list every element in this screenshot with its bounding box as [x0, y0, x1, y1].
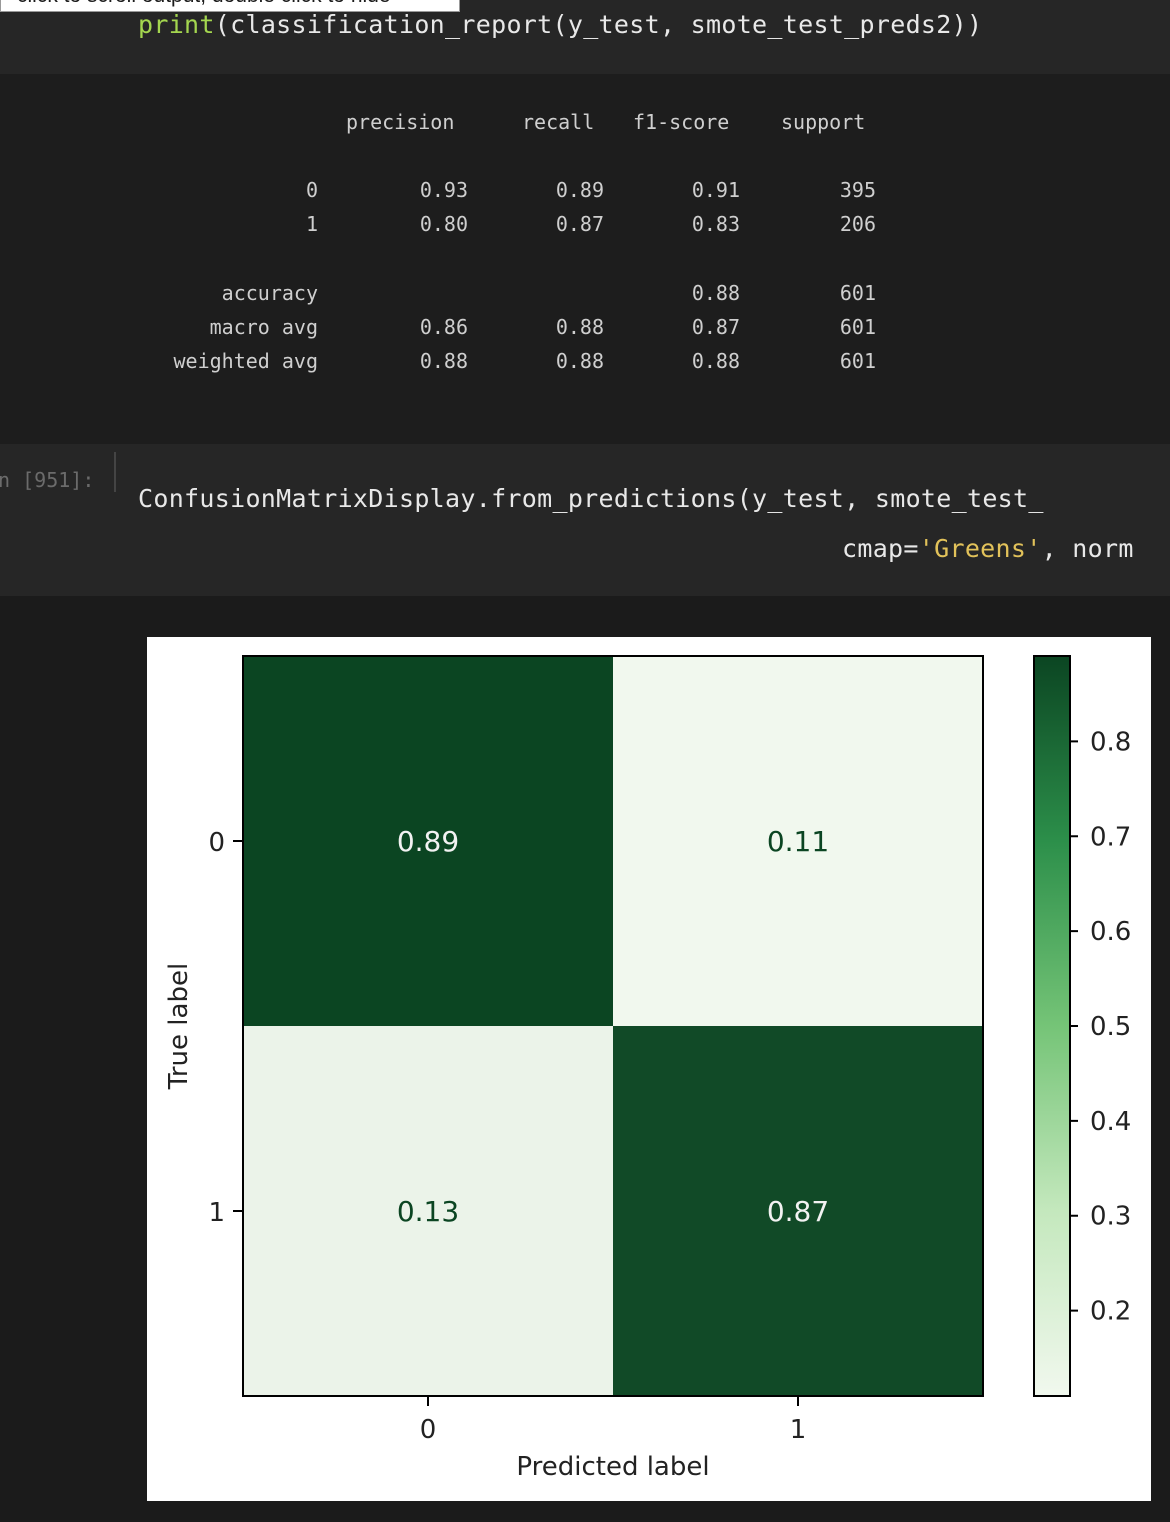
cell-value-label: 0.89	[397, 825, 459, 858]
code-text: , norm	[1041, 534, 1134, 563]
code-line: print(classification_report(y_test, smot…	[138, 10, 982, 39]
colorbar-tick-label: 0.8	[1090, 727, 1131, 757]
y-axis-label: True label	[164, 963, 194, 1090]
x-tick-label: 1	[790, 1415, 807, 1445]
report-cell: 0.80	[419, 212, 468, 236]
code-line: ConfusionMatrixDisplay.from_predictions(…	[138, 484, 1044, 513]
colorbar-tick-label: 0.6	[1090, 917, 1131, 947]
report-cell: 601	[839, 315, 876, 339]
report-cell: 601	[839, 349, 876, 373]
report-row-label: macro avg	[209, 315, 318, 339]
x-tick-label: 0	[420, 1415, 437, 1445]
report-row-label: 1	[305, 212, 318, 236]
code-text: cmap=	[842, 534, 919, 563]
cell-prompt: In [951]:	[0, 468, 95, 492]
report-row-label: weighted avg	[173, 349, 319, 373]
code-cell-2[interactable]: ConfusionMatrixDisplay.from_predictions(…	[0, 444, 1170, 596]
colorbar-tick-label: 0.4	[1090, 1107, 1131, 1137]
classification-report-output: precision recall f1-score support 0 0.93…	[0, 74, 1170, 444]
colorbar	[1033, 655, 1071, 1397]
report-cell: 0.86	[419, 315, 468, 339]
colorbar-tick-label: 0.3	[1090, 1202, 1131, 1232]
report-row-label: 0	[305, 178, 318, 202]
y-tick-label: 0	[208, 828, 225, 858]
code-text: (classification_report(y_test, smote_tes…	[214, 10, 983, 39]
report-cell: 0.88	[691, 349, 740, 373]
report-cell: 0.87	[691, 315, 740, 339]
report-header-support: support	[781, 110, 866, 134]
report-cell: 0.83	[691, 212, 740, 236]
confusion-matrix-figure: 0.89 0.11 0.13 0.87 0 1 0 1 Predicted label True …	[147, 637, 1151, 1501]
report-cell: 0.89	[555, 178, 604, 202]
code-line: cmap='Greens', norm	[842, 534, 1134, 563]
report-cell: 0.87	[555, 212, 604, 236]
report-header-f1: f1-score	[633, 110, 730, 134]
colorbar-tick-label: 0.5	[1090, 1012, 1131, 1042]
report-header-recall: recall	[522, 110, 595, 134]
cell-value-label: 0.87	[767, 1195, 829, 1228]
colorbar-tick-label: 0.2	[1090, 1297, 1131, 1327]
report-cell: 0.88	[419, 349, 468, 373]
colorbar-tick-label: 0.7	[1090, 822, 1131, 852]
report-cell: 0.91	[691, 178, 740, 202]
code-keyword: print	[138, 10, 215, 39]
tooltip: click to scroll output; double click to …	[0, 0, 460, 12]
report-header-precision: precision	[346, 110, 455, 134]
report-cell: 0.88	[555, 349, 604, 373]
cell-value-label: 0.11	[767, 825, 829, 858]
report-cell: 0.93	[419, 178, 468, 202]
confusion-matrix-plot: 0.89 0.11 0.13 0.87 0 1 0 1 Predicted label True …	[164, 655, 1131, 1482]
report-cell: 0.88	[555, 315, 604, 339]
report-cell: 206	[839, 212, 876, 236]
y-tick-label: 1	[208, 1198, 225, 1228]
prompt-divider	[114, 452, 116, 492]
report-cell: 0.88	[691, 281, 740, 305]
x-axis-label: Predicted label	[516, 1452, 709, 1482]
code-string: 'Greens'	[918, 534, 1042, 563]
report-row-label: accuracy	[221, 281, 318, 305]
report-cell: 395	[839, 178, 876, 202]
cell-value-label: 0.13	[397, 1195, 459, 1228]
report-cell: 601	[839, 281, 876, 305]
